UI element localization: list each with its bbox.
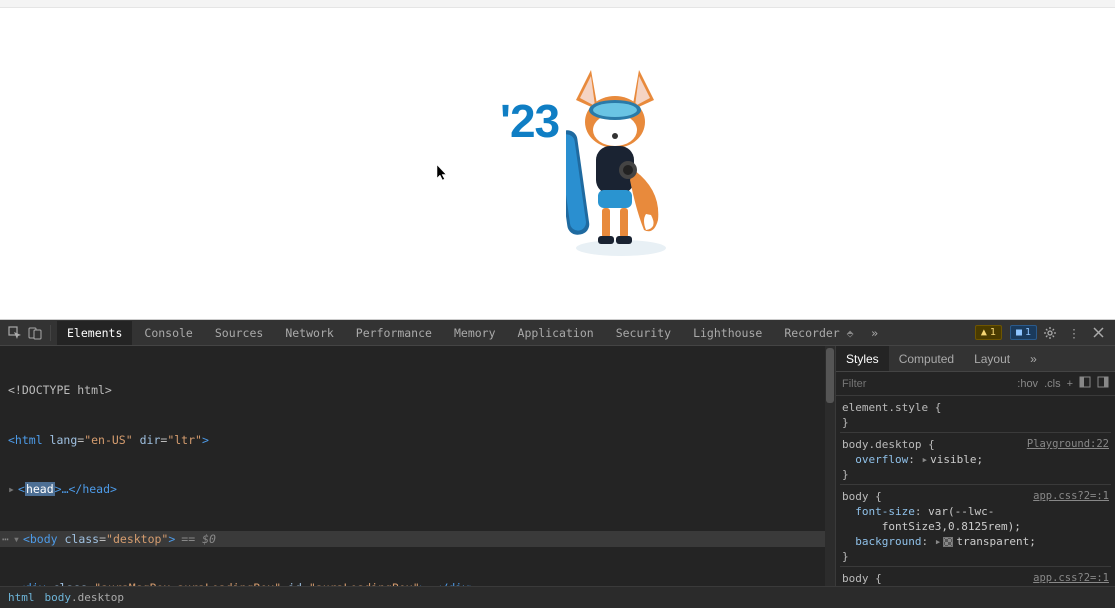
devtools-main: <!DOCTYPE html> <html lang="en-US" dir="… xyxy=(0,346,1115,586)
inspect-element-icon[interactable] xyxy=(6,324,24,342)
warnings-badge[interactable]: ▲ 1 xyxy=(975,325,1002,340)
dom-line: ▸<div class="auraMsgBox auraLoadingBox" … xyxy=(0,580,835,586)
rule-body-2: body {app.css?2=:1 margin: ▸0; xyxy=(840,569,1111,586)
tab-network[interactable]: Network xyxy=(275,321,343,345)
styles-more-icon[interactable]: » xyxy=(1020,346,1047,371)
styles-filter-bar: :hov .cls + xyxy=(836,372,1115,396)
scrollbar-vertical[interactable] xyxy=(825,346,835,586)
mouse-cursor-icon xyxy=(437,165,449,184)
devtools-toolbar: Elements Console Sources Network Perform… xyxy=(0,320,1115,346)
dom-head: ▸<head>…</head> xyxy=(0,481,835,498)
tab-elements[interactable]: Elements xyxy=(57,321,132,345)
device-toggle-icon[interactable] xyxy=(26,324,44,342)
styles-panel: Styles Computed Layout » :hov .cls + ele… xyxy=(835,346,1115,586)
styles-tab-styles[interactable]: Styles xyxy=(836,346,889,371)
rule-body-desktop: body.desktop {Playground:22 overflow: ▸v… xyxy=(840,435,1111,485)
dom-body-selected: ⋯▾<body class="desktop">== $0 xyxy=(0,531,835,548)
tab-application[interactable]: Application xyxy=(508,321,604,345)
styles-tab-computed[interactable]: Computed xyxy=(889,346,964,371)
rule-element-style: element.style { } xyxy=(840,398,1111,433)
elements-tree[interactable]: <!DOCTYPE html> <html lang="en-US" dir="… xyxy=(0,346,835,586)
tab-console[interactable]: Console xyxy=(134,321,202,345)
new-rule-icon[interactable]: + xyxy=(1067,378,1073,390)
browser-tab-strip xyxy=(0,0,1115,8)
close-devtools-icon[interactable] xyxy=(1090,325,1106,341)
tab-security[interactable]: Security xyxy=(606,321,681,345)
dom-doctype: <!DOCTYPE html> xyxy=(0,382,835,399)
tab-memory[interactable]: Memory xyxy=(444,321,506,345)
tab-recorder[interactable]: Recorder ⬘ xyxy=(774,321,863,345)
styles-rules[interactable]: element.style { } body.desktop {Playgrou… xyxy=(836,396,1115,586)
transparent-swatch-icon[interactable] xyxy=(943,537,953,547)
settings-icon[interactable] xyxy=(1042,325,1058,341)
tab-sources[interactable]: Sources xyxy=(205,321,273,345)
styles-tab-layout[interactable]: Layout xyxy=(964,346,1020,371)
computed-panel-icon[interactable] xyxy=(1079,376,1091,391)
fox-mascot-icon xyxy=(566,70,676,260)
dom-breadcrumb[interactable]: html body.desktop xyxy=(0,586,1115,608)
dom-html: <html lang="en-US" dir="ltr"> xyxy=(0,432,835,449)
cls-toggle[interactable]: .cls xyxy=(1044,378,1061,390)
rule-body-1: body {app.css?2=:1 font-size: var(--lwc-… xyxy=(840,487,1111,567)
crumb-html[interactable]: html xyxy=(8,591,35,604)
crumb-body[interactable]: body.desktop xyxy=(45,591,124,604)
tab-performance[interactable]: Performance xyxy=(346,321,442,345)
devtools-panel: Elements Console Sources Network Perform… xyxy=(0,320,1115,608)
page-viewport: '23 xyxy=(0,0,1115,320)
tab-lighthouse[interactable]: Lighthouse xyxy=(683,321,772,345)
year-label: '23 xyxy=(500,94,559,148)
hov-toggle[interactable]: :hov xyxy=(1017,378,1038,390)
scrollbar-thumb[interactable] xyxy=(826,348,834,403)
loading-mascot: '23 xyxy=(500,70,680,270)
divider xyxy=(50,325,51,341)
styles-tabs: Styles Computed Layout » xyxy=(836,346,1115,372)
issues-badge[interactable]: ■ 1 xyxy=(1010,325,1037,340)
box-model-icon[interactable] xyxy=(1097,376,1109,391)
more-tabs-icon[interactable]: » xyxy=(866,324,884,342)
styles-filter-input[interactable] xyxy=(842,378,1011,390)
kebab-menu-icon[interactable]: ⋮ xyxy=(1066,325,1082,341)
